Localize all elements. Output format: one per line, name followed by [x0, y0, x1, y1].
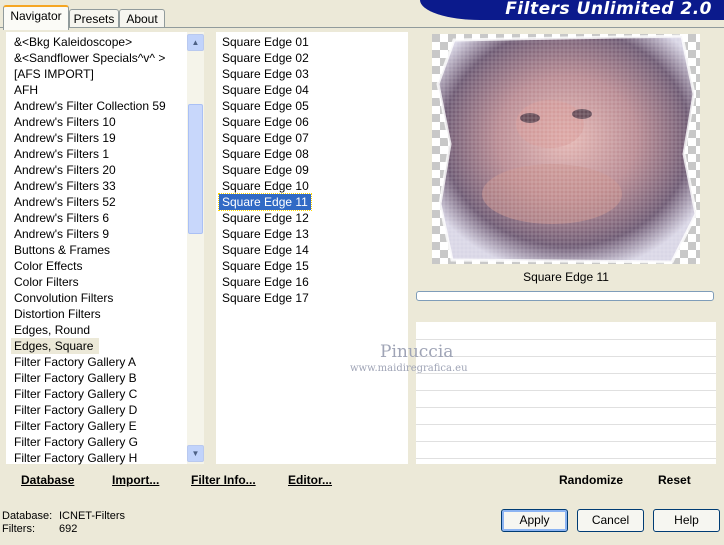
category-item[interactable]: Filter Factory Gallery D: [11, 402, 186, 418]
editor-button[interactable]: Editor...: [288, 473, 332, 487]
category-item[interactable]: Andrew's Filters 52: [11, 194, 186, 210]
category-scrollbar[interactable]: ▲ ▼: [187, 32, 204, 464]
help-button[interactable]: Help: [653, 509, 720, 532]
filter-item[interactable]: Square Edge 03: [219, 66, 399, 82]
parameter-row-divider: [416, 356, 716, 357]
filters-label: Filters:: [2, 523, 35, 535]
filter-item[interactable]: Square Edge 02: [219, 50, 399, 66]
filter-item[interactable]: Square Edge 15: [219, 258, 399, 274]
database-value: ICNET-Filters: [59, 510, 125, 522]
tab-about[interactable]: About: [119, 9, 165, 28]
category-item[interactable]: Andrew's Filters 6: [11, 210, 186, 226]
category-item[interactable]: Andrew's Filters 1: [11, 146, 186, 162]
filter-item[interactable]: Square Edge 10: [219, 178, 399, 194]
reset-button[interactable]: Reset: [658, 473, 691, 487]
filter-item[interactable]: Square Edge 13: [219, 226, 399, 242]
parameter-row-divider: [416, 424, 716, 425]
splitter[interactable]: [207, 32, 210, 464]
category-item[interactable]: Filter Factory Gallery B: [11, 370, 186, 386]
category-item[interactable]: Distortion Filters: [11, 306, 186, 322]
category-item[interactable]: Andrew's Filters 19: [11, 130, 186, 146]
tab-presets[interactable]: Presets: [69, 9, 119, 28]
category-item[interactable]: Andrew's Filter Collection 59: [11, 98, 186, 114]
category-item[interactable]: Filter Factory Gallery A: [11, 354, 186, 370]
watermark-name: Pinuccia: [380, 342, 454, 362]
category-item[interactable]: Andrew's Filters 10: [11, 114, 186, 130]
filter-item[interactable]: Square Edge 09: [219, 162, 399, 178]
parameter-row-divider: [416, 458, 716, 459]
category-item[interactable]: Edges, Square: [11, 338, 100, 354]
database-label: Database:: [2, 510, 53, 522]
import-button[interactable]: Import...: [112, 473, 159, 487]
filter-item[interactable]: Square Edge 08: [219, 146, 399, 162]
parameter-row-divider: [416, 390, 716, 391]
category-list-panel: &<Bkg Kaleidoscope> &<Sandflower Specials…: [6, 32, 204, 466]
filter-item[interactable]: Square Edge 14: [219, 242, 399, 258]
filter-item[interactable]: Square Edge 07: [219, 130, 399, 146]
parameter-area: [416, 322, 716, 464]
category-item[interactable]: &<Bkg Kaleidoscope>: [11, 34, 186, 50]
filter-list-panel: Square Edge 01 Square Edge 02 Square Edge …: [216, 32, 408, 464]
category-item[interactable]: Buttons & Frames: [11, 242, 186, 258]
category-item[interactable]: Andrew's Filters 33: [11, 178, 186, 194]
filter-item[interactable]: Square Edge 12: [219, 210, 399, 226]
title-banner: Filters Unlimited 2.0: [420, 0, 724, 20]
category-item[interactable]: AFH: [11, 82, 186, 98]
filter-item[interactable]: Square Edge 17: [219, 290, 399, 306]
category-item[interactable]: Filter Factory Gallery E: [11, 418, 186, 434]
category-item[interactable]: &<Sandflower Specials^v^ >: [11, 50, 186, 66]
filter-item[interactable]: Square Edge 16: [219, 274, 399, 290]
preview-label: Square Edge 11: [523, 270, 609, 284]
filter-item[interactable]: Square Edge 05: [219, 98, 399, 114]
tab-divider: [0, 27, 724, 28]
arrow-down-icon[interactable]: ▼: [187, 445, 204, 462]
randomize-button[interactable]: Randomize: [559, 473, 623, 487]
filter-item[interactable]: Square Edge 11: [218, 193, 312, 211]
filter-info-button[interactable]: Filter Info...: [191, 473, 256, 487]
preview-image: [432, 34, 700, 264]
category-item[interactable]: Convolution Filters: [11, 290, 186, 306]
parameter-row-divider: [416, 339, 716, 340]
category-item[interactable]: Edges, Round: [11, 322, 186, 338]
category-item[interactable]: Andrew's Filters 20: [11, 162, 186, 178]
filters-value: 692: [59, 523, 78, 535]
scroll-thumb[interactable]: [188, 104, 203, 234]
filter-item[interactable]: Square Edge 06: [219, 114, 399, 130]
arrow-up-icon[interactable]: ▲: [187, 34, 204, 51]
app-title: Filters Unlimited 2.0: [505, 0, 712, 19]
apply-button[interactable]: Apply: [501, 509, 568, 532]
category-item[interactable]: Filter Factory Gallery H: [11, 450, 186, 466]
watermark-url: www.maidiregrafica.eu: [350, 363, 468, 374]
filter-list[interactable]: Square Edge 01 Square Edge 02 Square Edge …: [218, 34, 399, 306]
parameter-row-divider: [416, 441, 716, 442]
category-item[interactable]: Andrew's Filters 9: [11, 226, 186, 242]
cancel-button[interactable]: Cancel: [577, 509, 644, 532]
category-item[interactable]: Color Effects: [11, 258, 186, 274]
parameter-row-divider: [416, 407, 716, 408]
progress-bar: [416, 291, 714, 301]
tab-navigator[interactable]: Navigator: [3, 5, 69, 30]
splitter[interactable]: [410, 32, 413, 464]
filter-item[interactable]: Square Edge 01: [219, 34, 399, 50]
database-button[interactable]: Database: [21, 473, 74, 487]
category-item[interactable]: Filter Factory Gallery C: [11, 386, 186, 402]
category-item[interactable]: [AFS IMPORT]: [11, 66, 186, 82]
category-list[interactable]: &<Bkg Kaleidoscope> &<Sandflower Specials…: [11, 34, 186, 466]
category-item[interactable]: Color Filters: [11, 274, 186, 290]
filter-item[interactable]: Square Edge 04: [219, 82, 399, 98]
category-item[interactable]: Filter Factory Gallery G: [11, 434, 186, 450]
